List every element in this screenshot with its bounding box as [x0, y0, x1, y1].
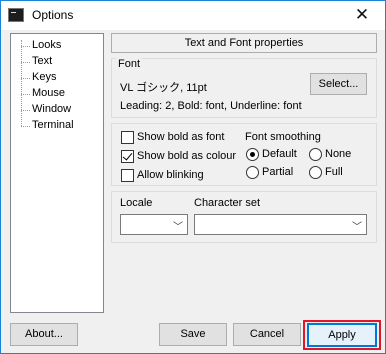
show-bold-as-font-label: Show bold as font	[137, 131, 225, 143]
tree-item-label: Window	[32, 103, 72, 115]
locale-label: Locale	[120, 197, 153, 209]
smoothing-none-radio[interactable]	[309, 148, 322, 161]
tree-item-terminal[interactable]: Terminal	[11, 118, 103, 134]
tree-item-window[interactable]: Window	[11, 102, 103, 118]
display-options-group: Show bold as font Show bold as colour Al…	[111, 123, 377, 186]
font-name: VL ゴシック, 11pt	[120, 82, 207, 94]
locale-group: Locale ﹀ Character set ﹀	[111, 191, 377, 243]
font-group: Font VL ゴシック, 11pt Leading: 2, Bold: fon…	[111, 58, 377, 118]
panel-header: Text and Font properties	[111, 33, 377, 53]
smoothing-partial-label: Partial	[262, 166, 294, 178]
tree-branch	[21, 62, 30, 63]
font-smoothing-title: Font smoothing	[245, 131, 321, 143]
locale-select[interactable]: ﹀	[120, 214, 188, 235]
tree-item-text[interactable]: Text	[11, 54, 103, 70]
tree-item-label: Terminal	[32, 119, 74, 131]
tree-item-label: Looks	[32, 39, 62, 51]
tree-item-label: Mouse	[32, 87, 66, 99]
tree-branch	[21, 94, 30, 95]
tree-item-label: Keys	[32, 71, 57, 83]
smoothing-none-label: None	[325, 148, 352, 160]
category-tree: Looks Text Keys Mouse Window Terminal	[10, 33, 104, 313]
smoothing-full-radio[interactable]	[309, 166, 322, 179]
apply-button[interactable]: Apply	[307, 323, 377, 347]
charset-select[interactable]: ﹀	[194, 214, 367, 235]
show-bold-as-colour-label: Show bold as colour	[137, 150, 237, 162]
allow-blinking-label: Allow blinking	[137, 169, 204, 181]
smoothing-partial-radio[interactable]	[246, 166, 259, 179]
tree-item-mouse[interactable]: Mouse	[11, 86, 103, 102]
show-bold-as-font-checkbox[interactable]	[121, 131, 134, 144]
select-font-button[interactable]: Select...	[310, 73, 367, 95]
font-group-title: Font	[116, 58, 143, 70]
tree-item-keys[interactable]: Keys	[11, 70, 103, 86]
tree-branch	[21, 110, 30, 111]
options-window: Options ✕ Looks Text Keys Mouse Window T…	[0, 0, 386, 354]
tree-branch	[21, 126, 30, 127]
save-button[interactable]: Save	[159, 323, 227, 346]
chevron-down-icon: ﹀	[173, 222, 183, 233]
smoothing-default-label: Default	[262, 148, 297, 160]
smoothing-full-label: Full	[325, 166, 343, 178]
tree-item-label: Text	[32, 55, 53, 67]
dialog-client-area: Looks Text Keys Mouse Window Terminal Te…	[1, 30, 385, 353]
show-bold-as-colour-checkbox[interactable]	[121, 150, 134, 163]
allow-blinking-checkbox[interactable]	[121, 169, 134, 182]
window-title: Options	[32, 8, 74, 22]
font-details: Leading: 2, Bold: font, Underline: font	[120, 100, 302, 112]
tree-branch	[21, 46, 30, 47]
charset-label: Character set	[194, 197, 261, 209]
close-button[interactable]: ✕	[339, 1, 385, 30]
tree-branch	[21, 78, 30, 79]
about-button[interactable]: About...	[10, 323, 78, 346]
title-bar[interactable]: Options ✕	[1, 1, 385, 30]
cancel-button[interactable]: Cancel	[233, 323, 301, 346]
smoothing-default-radio[interactable]	[246, 148, 259, 161]
tree-item-looks[interactable]: Looks	[11, 38, 103, 54]
terminal-app-icon	[8, 8, 24, 22]
chevron-down-icon: ﹀	[352, 222, 362, 233]
